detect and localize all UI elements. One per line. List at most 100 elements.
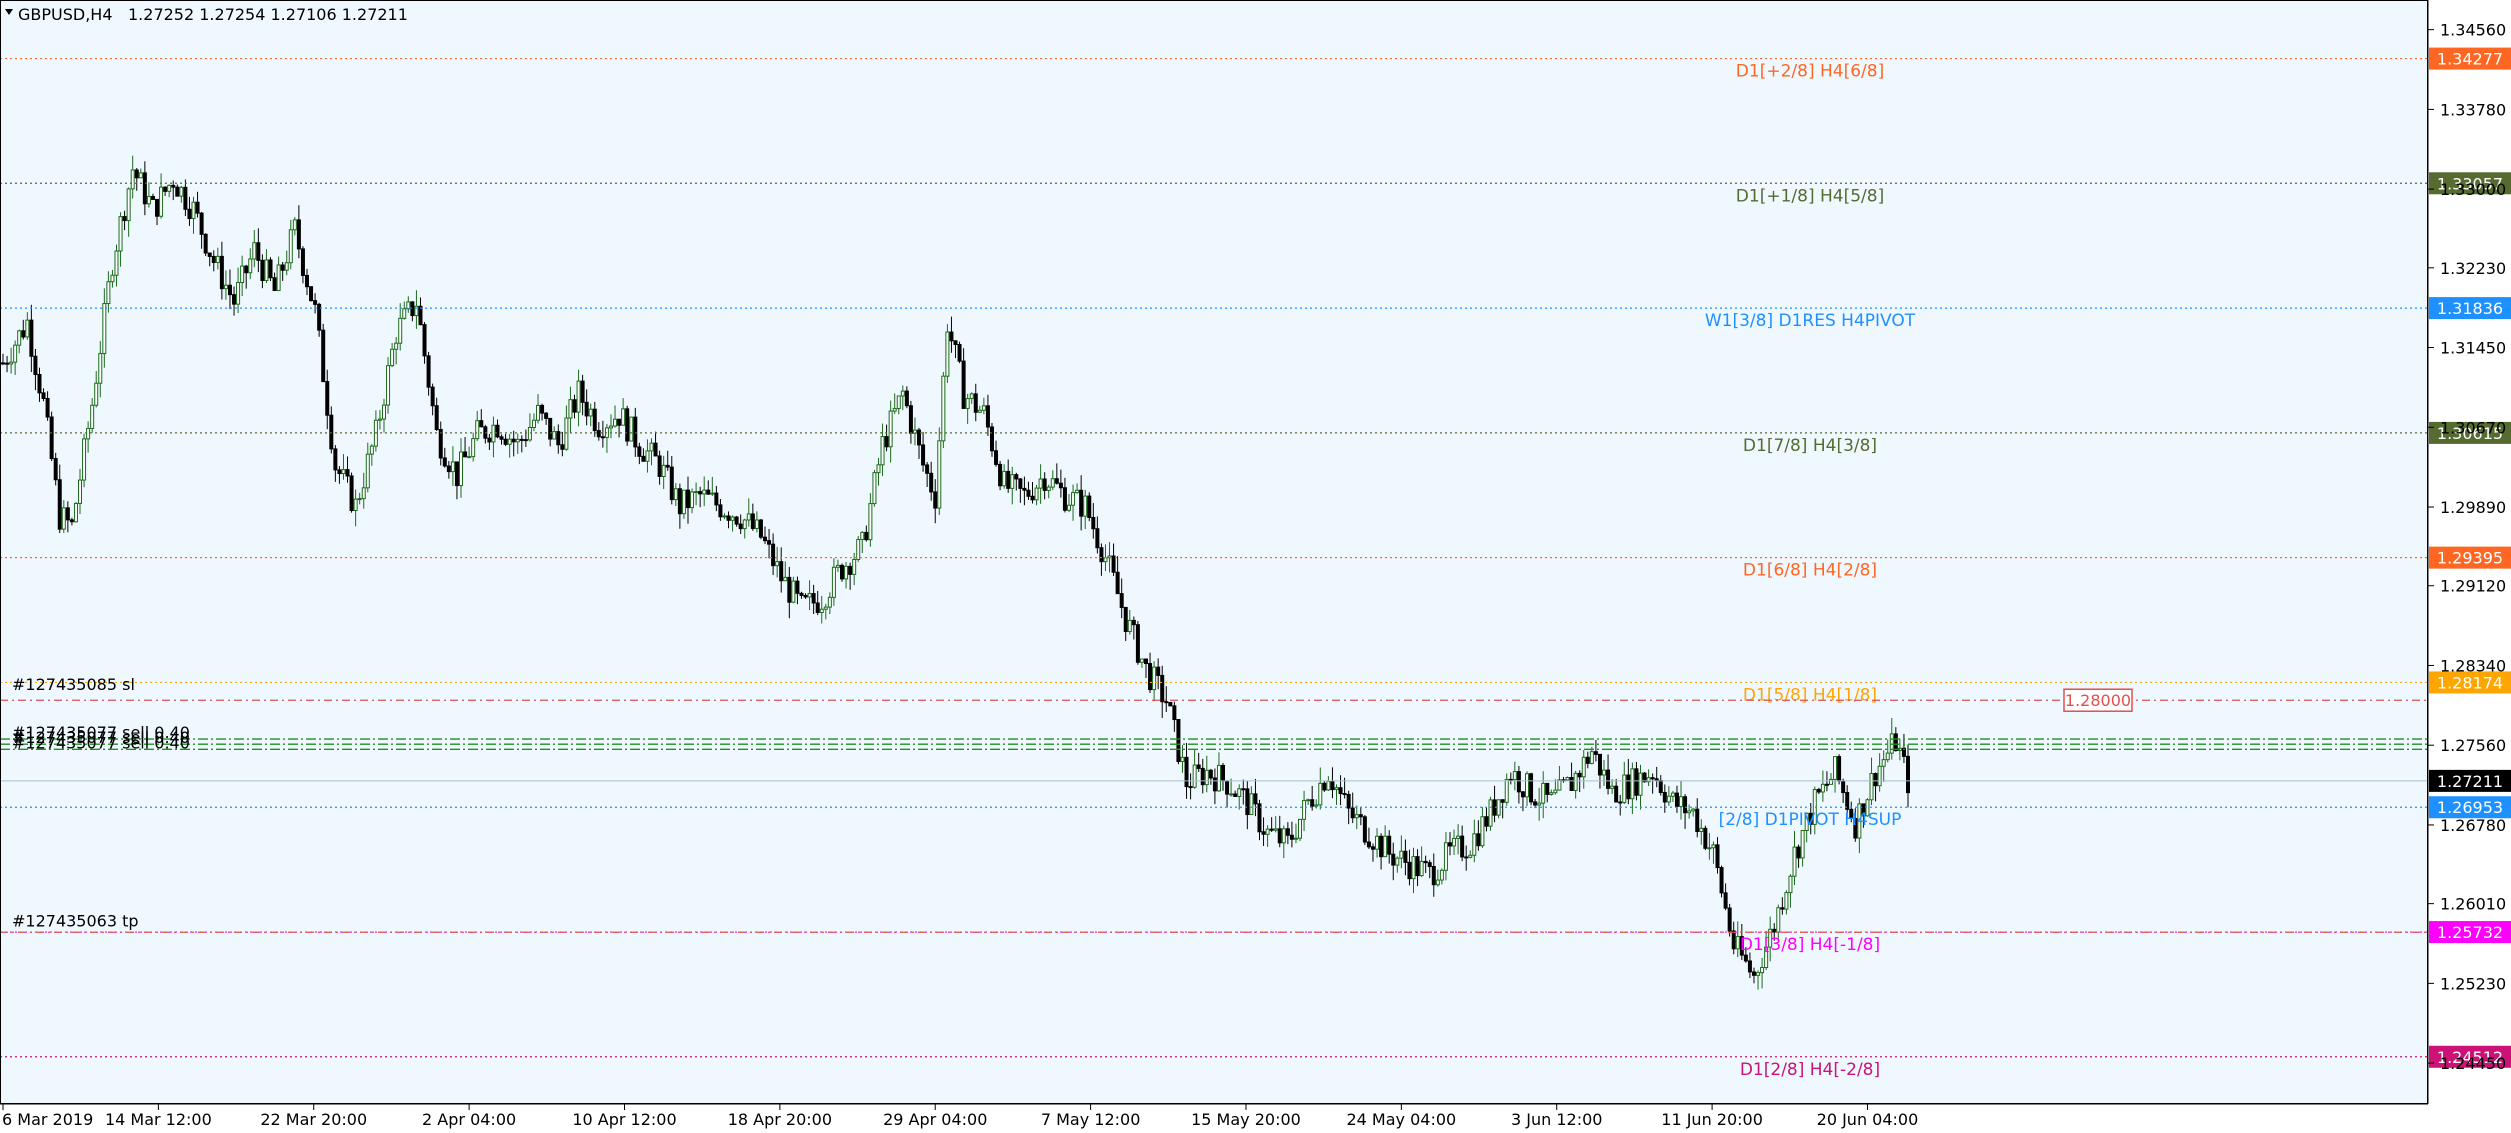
candle-body: [256, 242, 261, 261]
candle-body: [1727, 907, 1732, 932]
candle-body: [629, 416, 634, 442]
candle-body: [904, 390, 909, 407]
candle-body: [1135, 624, 1140, 663]
candle-body: [463, 451, 468, 458]
candle-body: [390, 348, 395, 367]
candle-body: [199, 212, 204, 235]
ohlc-label: 1.27252 1.27254 1.27106 1.27211: [128, 5, 408, 24]
candle-body: [134, 169, 139, 179]
candle-body: [430, 386, 435, 407]
candle-body: [1581, 756, 1586, 778]
level-label: D1[2/8] H4[-2/8]: [1740, 1060, 1880, 1080]
candle-body: [1379, 835, 1384, 858]
candle-body: [1569, 777, 1574, 791]
candle-body: [981, 405, 986, 411]
x-tick-label: 15 May 20:00: [1191, 1110, 1301, 1129]
candle-body: [921, 444, 926, 466]
candle-body: [925, 464, 930, 474]
candle-body: [989, 426, 994, 452]
candle-body: [1383, 835, 1388, 858]
x-tick-label: 2 Apr 04:00: [422, 1110, 516, 1129]
candle-body: [1168, 701, 1173, 707]
candle-body: [1212, 777, 1217, 792]
candle-body: [1180, 756, 1185, 762]
sl-price-text: 1.28000: [2065, 691, 2131, 710]
candle-body: [949, 331, 954, 342]
candle-body: [171, 184, 176, 188]
candle-body: [690, 491, 695, 509]
candle-body: [1820, 783, 1825, 793]
y-tick-label: 1.31450: [2440, 339, 2506, 358]
chart[interactable]: D1[+2/8] H4[6/8] 1.34277 D1[+1/8] H4[5/8] 1…: [0, 0, 2511, 1133]
candle-body: [556, 431, 561, 446]
candle-body: [1500, 799, 1505, 803]
candle-body: [90, 404, 95, 429]
candle-body: [442, 457, 447, 467]
candle-body: [179, 186, 184, 197]
candle-body: [1403, 850, 1408, 863]
candle-body: [1387, 835, 1392, 855]
candle-body: [1460, 835, 1465, 858]
candle-body: [880, 436, 885, 466]
candle-body: [276, 264, 281, 291]
candle-body: [661, 464, 666, 477]
candle-body: [1719, 867, 1724, 894]
candle-body: [568, 399, 573, 419]
price-tag-text: 1.34277: [2437, 50, 2503, 69]
candle-body: [1354, 814, 1359, 819]
candle-body: [1419, 860, 1424, 877]
candle-body: [341, 469, 346, 475]
candle-body: [621, 408, 626, 426]
candle-body: [527, 426, 532, 441]
candle-body: [1695, 808, 1700, 832]
candle-body: [1597, 753, 1602, 776]
candle-body: [61, 507, 66, 530]
candle-body: [365, 453, 370, 489]
candle-body: [746, 513, 751, 521]
candle-body: [763, 536, 767, 542]
candle-body: [1225, 780, 1230, 795]
candle-body: [313, 300, 318, 305]
candle-body: [1261, 831, 1266, 835]
candle-body: [1602, 769, 1607, 776]
candle-body: [1431, 866, 1436, 886]
level-label: D1[5/8] H4[1/8]: [1743, 685, 1877, 705]
candle-body: [1606, 769, 1611, 789]
candle-body: [252, 242, 257, 260]
level-label: D1[7/8] H4[3/8]: [1743, 436, 1877, 456]
candle-body: [1346, 793, 1351, 809]
candle-body: [657, 455, 662, 477]
candle-body: [564, 417, 569, 450]
candle-body: [369, 445, 374, 455]
candle-body: [973, 393, 978, 413]
price-tag-text: 1.29395: [2437, 549, 2503, 568]
candle-body: [1111, 555, 1116, 573]
candle-body: [1687, 810, 1692, 814]
candle-body: [1010, 474, 1015, 489]
candle-body: [896, 395, 901, 410]
candle-body: [1638, 772, 1643, 796]
y-tick-label: 1.26010: [2440, 895, 2506, 914]
candle-body: [588, 408, 593, 417]
candle-body: [394, 342, 399, 350]
candle-body: [1828, 778, 1833, 785]
x-tick-label: 14 Mar 12:00: [105, 1110, 212, 1129]
candle-body: [1484, 816, 1489, 827]
candle-body: [1391, 853, 1396, 866]
candle-body: [852, 558, 857, 575]
candle-body: [584, 401, 589, 417]
candle-body: [1257, 803, 1262, 833]
candle-body: [94, 382, 99, 406]
candle-body: [1042, 478, 1047, 491]
candle-body: [1520, 791, 1525, 798]
candle-body: [718, 504, 723, 518]
candle-body: [475, 420, 480, 440]
candle-body: [1002, 470, 1007, 487]
candle-body: [637, 446, 642, 457]
x-tick-label: 11 Jun 20:00: [1661, 1110, 1763, 1129]
candle-body: [1447, 842, 1452, 847]
candle-body: [1508, 778, 1513, 781]
candle-body: [1468, 854, 1473, 858]
candle-body: [998, 463, 1003, 487]
candle-body: [487, 437, 492, 443]
